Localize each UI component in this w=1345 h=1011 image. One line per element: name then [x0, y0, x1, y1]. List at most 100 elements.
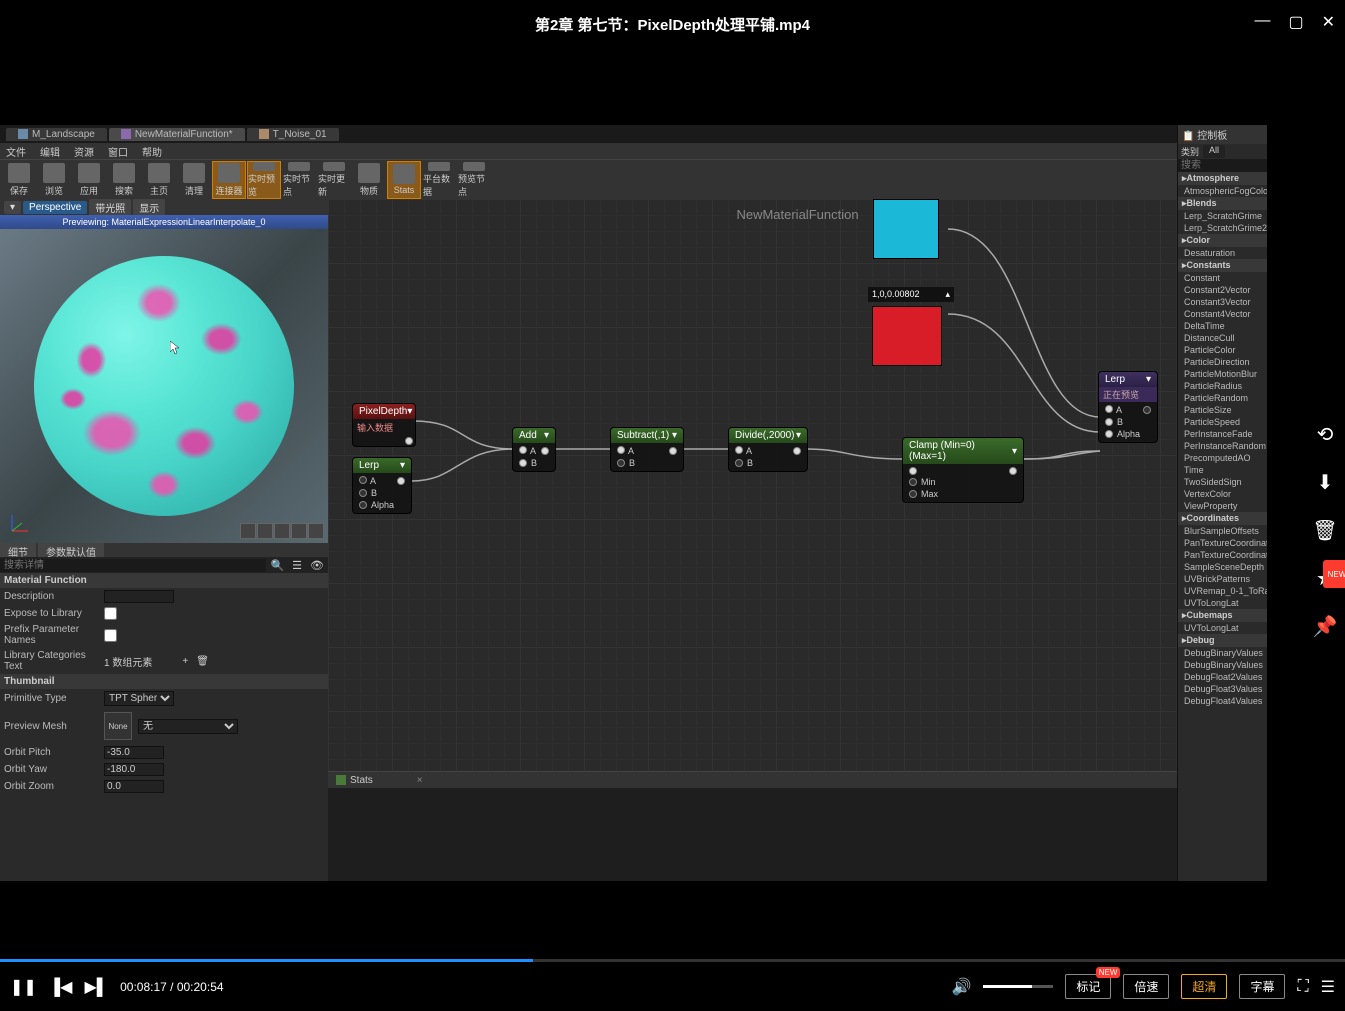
chevron-down-icon[interactable]: ▾ — [1012, 446, 1017, 457]
palette-item-22[interactable]: PerInstanceRandom — [1178, 440, 1267, 452]
palette-item-39[interactable]: DebugBinaryValues — [1178, 647, 1267, 659]
checkbox-prefix[interactable] — [104, 629, 117, 642]
tab-details[interactable]: 细节 — [0, 543, 36, 557]
chevron-down-icon[interactable]: ▾ — [400, 460, 405, 471]
search-icon[interactable]: 🔍 — [266, 559, 288, 572]
toolbar-4[interactable]: 主页 — [142, 161, 176, 199]
node-lerp2[interactable]: Lerp▾ 正在预览 A B Alpha — [1098, 371, 1158, 443]
tab-material-function[interactable]: NewMaterialFunction* — [109, 128, 245, 141]
input-pitch[interactable] — [104, 746, 164, 759]
view-options-icon[interactable]: ☰ — [288, 559, 306, 572]
trash-icon[interactable]: 🗑 — [196, 656, 209, 667]
input-zoom[interactable] — [104, 780, 164, 793]
show-button[interactable]: 显示 — [133, 199, 165, 216]
vp-icon-2[interactable] — [257, 523, 273, 539]
toolbar-11[interactable]: Stats — [387, 161, 421, 199]
toolbar-0[interactable]: 保存 — [2, 161, 36, 199]
tab-landscape[interactable]: M_Landscape — [6, 128, 107, 141]
palette-cat-Atmosphere[interactable]: ▸Atmosphere — [1178, 172, 1267, 185]
palette-item-3[interactable]: Lerp_ScratchGrime — [1178, 210, 1267, 222]
palette-item-34[interactable]: UVRemap_0-1_ToRange — [1178, 585, 1267, 597]
speed-button[interactable]: 倍速 — [1123, 974, 1169, 999]
palette-item-43[interactable]: DebugFloat4Values — [1178, 695, 1267, 707]
viewport-menu-icon[interactable]: ▾ — [4, 201, 21, 214]
palette-item-8[interactable]: Constant — [1178, 272, 1267, 284]
delete-icon[interactable]: 🗑 — [1311, 516, 1339, 544]
mark-button[interactable]: 标记NEW — [1065, 974, 1111, 999]
node-subtract[interactable]: Subtract(,1)▾ A B — [610, 427, 684, 472]
toolbar-6[interactable]: 连接器 — [212, 161, 246, 199]
toolbar-5[interactable]: 清理 — [177, 161, 211, 199]
fullscreen-icon[interactable]: ⛶ — [1297, 978, 1308, 996]
palette-item-13[interactable]: DistanceCull — [1178, 332, 1267, 344]
palette-item-17[interactable]: ParticleRadius — [1178, 380, 1267, 392]
node-clamp[interactable]: Clamp (Min=0) (Max=1)▾ Min Max — [902, 437, 1024, 503]
palette-item-12[interactable]: DeltaTime — [1178, 320, 1267, 332]
minimize-icon[interactable]: — — [1254, 12, 1270, 32]
palette-cat-Cubemaps[interactable]: ▸Cubemaps — [1178, 609, 1267, 622]
palette-item-33[interactable]: UVBrickPatterns — [1178, 573, 1267, 585]
stats-tab-label[interactable]: Stats — [350, 775, 373, 786]
palette-cat-Coordinates[interactable]: ▸Coordinates — [1178, 512, 1267, 525]
toolbar-8[interactable]: 实时节点 — [282, 161, 316, 199]
material-graph[interactable]: NewMaterialFunction 缩放 1:1 材质函数 1,0,0 — [328, 199, 1267, 881]
input-yaw[interactable] — [104, 763, 164, 776]
quality-button[interactable]: 超清 — [1181, 974, 1227, 999]
toolbar-13[interactable]: 预览节点 — [457, 161, 491, 199]
chevron-down-icon[interactable]: ▾ — [672, 430, 677, 441]
palette-filter[interactable]: All — [1203, 145, 1225, 158]
preview-viewport[interactable] — [0, 229, 328, 543]
menu-file[interactable]: 文件 — [6, 144, 26, 159]
chevron-down-icon[interactable]: ▾ — [544, 430, 549, 441]
palette-cat-Blends[interactable]: ▸Blends — [1178, 197, 1267, 210]
playlist-icon[interactable]: ☰ — [1321, 977, 1335, 997]
select-primtype[interactable]: TPT Sphere — [104, 691, 174, 706]
node-add[interactable]: Add▾ A B — [512, 427, 556, 472]
property-search-input[interactable] — [0, 559, 266, 572]
prev-icon[interactable]: ▐◀ — [49, 977, 73, 997]
palette-item-37[interactable]: UVToLongLat — [1178, 622, 1267, 634]
toolbar-3[interactable]: 搜索 — [107, 161, 141, 199]
share-icon[interactable]: ⟲ — [1311, 420, 1339, 448]
tab-params[interactable]: 参数默认值 — [38, 543, 104, 557]
palette-item-24[interactable]: Time — [1178, 464, 1267, 476]
download-icon[interactable]: ⬇ — [1311, 468, 1339, 496]
chevron-down-icon[interactable]: ▾ — [407, 406, 412, 417]
palette-item-20[interactable]: ParticleSpeed — [1178, 416, 1267, 428]
palette-item-29[interactable]: BlurSampleOffsets — [1178, 525, 1267, 537]
input-description[interactable] — [104, 590, 174, 603]
next-icon[interactable]: ▶▌ — [84, 977, 108, 997]
palette-item-19[interactable]: ParticleSize — [1178, 404, 1267, 416]
palette-item-16[interactable]: ParticleMotionBlur — [1178, 368, 1267, 380]
palette-item-32[interactable]: SampleSceneDepth — [1178, 561, 1267, 573]
node-lerp1[interactable]: Lerp▾ A B Alpha — [352, 457, 412, 514]
volume-slider[interactable] — [983, 985, 1053, 988]
palette-item-42[interactable]: DebugFloat3Values — [1178, 683, 1267, 695]
node-pixeldepth[interactable]: PixelDepth▾ 输入数据 — [352, 403, 416, 447]
palette-item-41[interactable]: DebugFloat2Values — [1178, 671, 1267, 683]
vp-icon-1[interactable] — [240, 523, 256, 539]
palette-item-27[interactable]: ViewProperty — [1178, 500, 1267, 512]
palette-item-10[interactable]: Constant3Vector — [1178, 296, 1267, 308]
palette-item-9[interactable]: Constant2Vector — [1178, 284, 1267, 296]
toolbar-9[interactable]: 实时更新 — [317, 161, 351, 199]
menu-asset[interactable]: 资源 — [74, 144, 94, 159]
palette-item-15[interactable]: ParticleDirection — [1178, 356, 1267, 368]
palette-search-input[interactable] — [1178, 159, 1267, 172]
palette-item-4[interactable]: Lerp_ScratchGrime2 — [1178, 222, 1267, 234]
toolbar-7[interactable]: 实时预览 — [247, 161, 281, 199]
stats-close-icon[interactable]: × — [417, 775, 423, 786]
palette-item-23[interactable]: PrecomputedAO — [1178, 452, 1267, 464]
palette-item-35[interactable]: UVToLongLat — [1178, 597, 1267, 609]
palette-cat-Debug[interactable]: ▸Debug — [1178, 634, 1267, 647]
toolbar-10[interactable]: 物质 — [352, 161, 386, 199]
palette-item-40[interactable]: DebugBinaryValues — [1178, 659, 1267, 671]
menu-help[interactable]: 帮助 — [142, 144, 162, 159]
menu-window[interactable]: 窗口 — [108, 144, 128, 159]
palette-cat-Color[interactable]: ▸Color — [1178, 234, 1267, 247]
progress-bar[interactable] — [0, 959, 1345, 962]
maximize-icon[interactable]: ▢ — [1288, 12, 1303, 32]
vp-icon-4[interactable] — [291, 523, 307, 539]
subtitle-button[interactable]: 字幕 — [1239, 974, 1285, 999]
palette-item-11[interactable]: Constant4Vector — [1178, 308, 1267, 320]
